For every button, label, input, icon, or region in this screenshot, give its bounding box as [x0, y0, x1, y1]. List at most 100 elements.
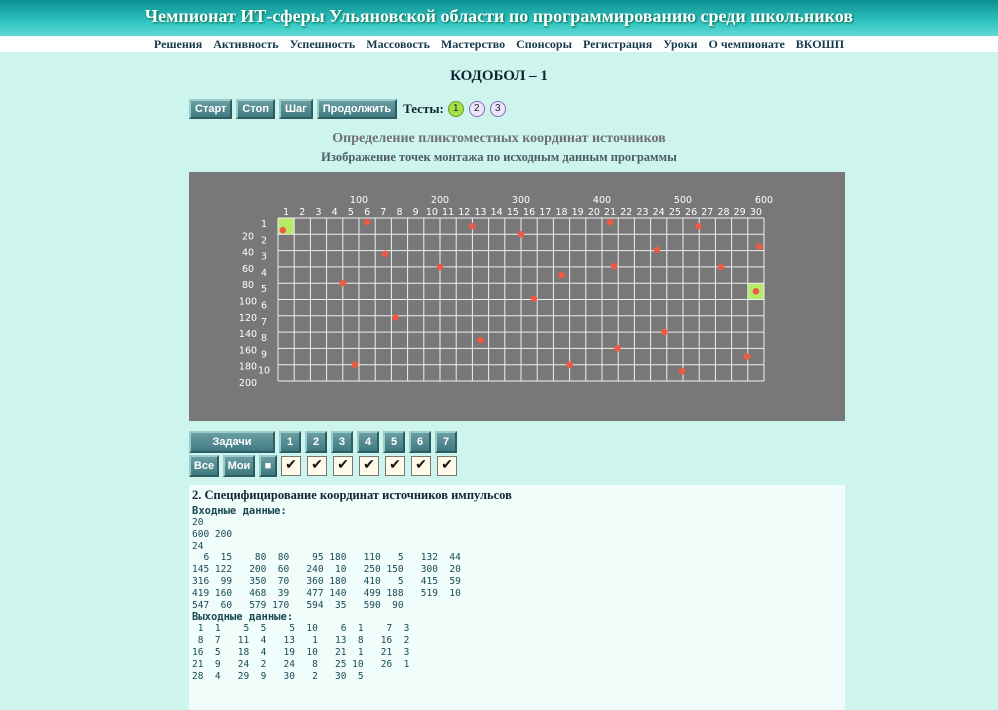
- data-point: [279, 226, 287, 234]
- col-label: 9: [413, 207, 419, 218]
- output-data: 1 1 5 5 5 10 6 1 7 3 8 7 11 4 13 1 13 8 …: [192, 623, 461, 682]
- data-point: [755, 243, 763, 250]
- test-1-button[interactable]: 1: [447, 101, 464, 117]
- output-line: 16 5 18 4 19 10 21 1 21 3: [192, 646, 410, 658]
- data-point: [558, 271, 565, 279]
- nav-solutions[interactable]: Решения: [154, 37, 202, 51]
- task-6-checkbox[interactable]: ✔: [411, 456, 431, 476]
- data-point: [381, 250, 389, 258]
- y-tick-label: 120: [239, 313, 257, 324]
- data-point: [653, 246, 661, 254]
- nav-vkoshp[interactable]: ВКОШП: [796, 37, 844, 51]
- test-3-button[interactable]: 3: [489, 101, 506, 117]
- x-tick-label: 400: [593, 195, 611, 206]
- row-label: 5: [261, 284, 267, 295]
- step-button[interactable]: Шаг: [278, 99, 313, 119]
- col-label: 7: [380, 207, 386, 218]
- data-point: [606, 218, 614, 226]
- col-label: 14: [491, 207, 503, 218]
- col-label: 24: [653, 207, 665, 218]
- task-4-button[interactable]: 4: [357, 431, 379, 453]
- output-line: 1 1 5 5 5 10 6 1 7 3: [192, 623, 410, 635]
- task-2-button[interactable]: 2: [305, 431, 327, 453]
- y-tick-label: 160: [239, 345, 257, 356]
- chart-panel: 1 2 3 4 5 6 7 8 9 10 11 12 13 14 15 16 17 18 19 20 21 22 23 24 2…: [189, 172, 845, 421]
- col-label: 17: [539, 207, 551, 218]
- data-point: [517, 231, 525, 238]
- task-6-button[interactable]: 6: [409, 431, 431, 453]
- col-label: 26: [685, 207, 697, 218]
- square-button[interactable]: ■: [259, 455, 277, 477]
- input-label: Входные данные:: [192, 505, 287, 517]
- data-point: [678, 367, 686, 375]
- col-label: 30: [750, 207, 762, 218]
- nav-about[interactable]: О чемпионате: [709, 37, 785, 51]
- nav-activity[interactable]: Активность: [213, 37, 278, 51]
- col-label: 3: [315, 207, 321, 218]
- nav-mass[interactable]: Массовость: [366, 37, 430, 51]
- task-7-button[interactable]: 7: [435, 431, 457, 453]
- output-label: Выходные данные:: [192, 611, 294, 624]
- task-1-button[interactable]: 1: [279, 431, 301, 453]
- x-tick-label: 100: [350, 195, 368, 206]
- y-tick-label: 80: [242, 280, 254, 291]
- col-label: 2: [299, 207, 305, 218]
- task-7-checkbox[interactable]: ✔: [437, 456, 457, 476]
- task-3-button[interactable]: 3: [331, 431, 353, 453]
- tasks-button[interactable]: Задачи: [189, 431, 275, 453]
- x-tick-label: 600: [755, 195, 773, 206]
- col-label: 12: [458, 207, 470, 218]
- data-point: [351, 361, 359, 368]
- row-label: 9: [261, 349, 267, 360]
- col-label: 11: [442, 207, 454, 218]
- task-2-checkbox[interactable]: ✔: [307, 456, 327, 476]
- x-tick-label: 500: [674, 195, 692, 206]
- row-label: 2: [261, 235, 267, 246]
- data-point: [752, 288, 760, 295]
- col-label: 20: [588, 207, 600, 218]
- nav-sponsors[interactable]: Спонсоры: [516, 37, 572, 51]
- col-label: 1: [283, 207, 289, 218]
- task-4-checkbox[interactable]: ✔: [359, 456, 379, 476]
- y-tick-label: 40: [242, 248, 254, 259]
- col-label: 27: [701, 207, 713, 218]
- col-label: 15: [507, 207, 519, 218]
- col-label: 8: [396, 207, 402, 218]
- data-point: [695, 222, 702, 230]
- all-button[interactable]: Все: [189, 455, 219, 477]
- run-controls: Старт Стоп Шаг Продолжить Тесты: 1 2 3: [189, 98, 511, 120]
- test-2-button[interactable]: 2: [468, 101, 485, 117]
- input-line: 24: [192, 540, 204, 552]
- row-label: 7: [261, 317, 267, 328]
- output-line: 8 7 11 4 13 1 13 8 16 2: [192, 635, 410, 647]
- output-line: 28 4 29 9 30 2 30 5: [192, 670, 364, 682]
- y-tick-label: 200: [239, 378, 257, 389]
- nav-success[interactable]: Успешность: [290, 37, 356, 51]
- nav-lessons[interactable]: Уроки: [663, 37, 697, 51]
- task-5-button[interactable]: 5: [383, 431, 405, 453]
- col-label: 29: [734, 207, 746, 218]
- nav-registration[interactable]: Регистрация: [583, 37, 652, 51]
- data-point: [743, 353, 751, 360]
- task-3-checkbox[interactable]: ✔: [333, 456, 353, 476]
- task-heading: 2. Специфицирование координат источников…: [192, 488, 512, 502]
- data-point: [436, 263, 444, 271]
- col-label: 18: [555, 207, 567, 218]
- nav-mastery[interactable]: Мастерство: [441, 37, 505, 51]
- stop-button[interactable]: Стоп: [236, 99, 275, 119]
- col-label: 6: [364, 207, 370, 218]
- col-label: 28: [717, 207, 729, 218]
- col-label: 16: [523, 207, 535, 218]
- task-panel: 2. Специфицирование координат источников…: [189, 485, 845, 710]
- input-data: 20 600 200 24 6 15 80 80 95 180 110 5 132 …: [192, 517, 461, 611]
- data-point: [566, 361, 573, 368]
- start-button[interactable]: Старт: [189, 99, 233, 119]
- y-tick-label: 20: [242, 231, 254, 242]
- mine-button[interactable]: Мои: [223, 455, 255, 477]
- input-line: 6 15 80 80 95 180 110 5 132 44: [192, 552, 461, 564]
- y-tick-label: 100: [239, 297, 257, 308]
- task-1-checkbox[interactable]: ✔: [281, 456, 301, 476]
- task-5-checkbox[interactable]: ✔: [385, 456, 405, 476]
- continue-button[interactable]: Продолжить: [316, 99, 398, 119]
- row-label: 10: [258, 366, 270, 377]
